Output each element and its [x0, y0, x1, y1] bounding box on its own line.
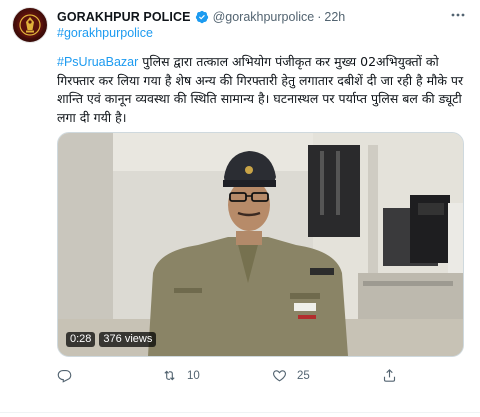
author-handle[interactable]: @gorakhpurpolice [213, 10, 315, 24]
verified-badge-icon [195, 10, 208, 24]
police-emblem-icon [17, 12, 43, 38]
tweet-text: #PsUruaBazar पुलिस द्वारा तत्काल अभियोग … [57, 53, 467, 127]
tweet-timestamp[interactable]: 22h [324, 10, 345, 24]
share-button[interactable] [382, 368, 397, 383]
body-hashtag-link[interactable]: #PsUruaBazar [57, 55, 138, 69]
reply-icon [57, 369, 72, 383]
video-thumbnail [58, 133, 463, 356]
separator-dot: · [317, 10, 322, 24]
reply-button[interactable] [57, 368, 82, 383]
media-badges: 0:28 376 views [66, 332, 157, 347]
tweet-actions: 10 25 [57, 368, 462, 384]
hashtag-link[interactable]: #gorakhpurpolice [57, 26, 153, 40]
video-player[interactable]: 0:28 376 views [57, 132, 464, 357]
tweet-header: GORAKHPUR POLICE @gorakhpurpolice · 22h [57, 8, 345, 26]
retweet-button[interactable]: 10 [162, 368, 200, 383]
video-duration: 0:28 [66, 332, 96, 347]
video-view-count: 376 views [99, 332, 157, 347]
author-name[interactable]: GORAKHPUR POLICE [57, 10, 191, 24]
like-button[interactable]: 25 [272, 368, 310, 383]
retweet-icon [164, 370, 175, 381]
tweet-card[interactable]: GORAKHPUR POLICE @gorakhpurpolice · 22h … [0, 0, 480, 417]
like-count: 25 [297, 369, 310, 382]
more-options-icon[interactable] [450, 8, 466, 24]
tweet-divider [0, 412, 480, 413]
avatar[interactable] [12, 7, 48, 43]
retweet-count: 10 [187, 369, 200, 382]
heart-icon [272, 370, 287, 382]
share-icon [383, 369, 396, 382]
